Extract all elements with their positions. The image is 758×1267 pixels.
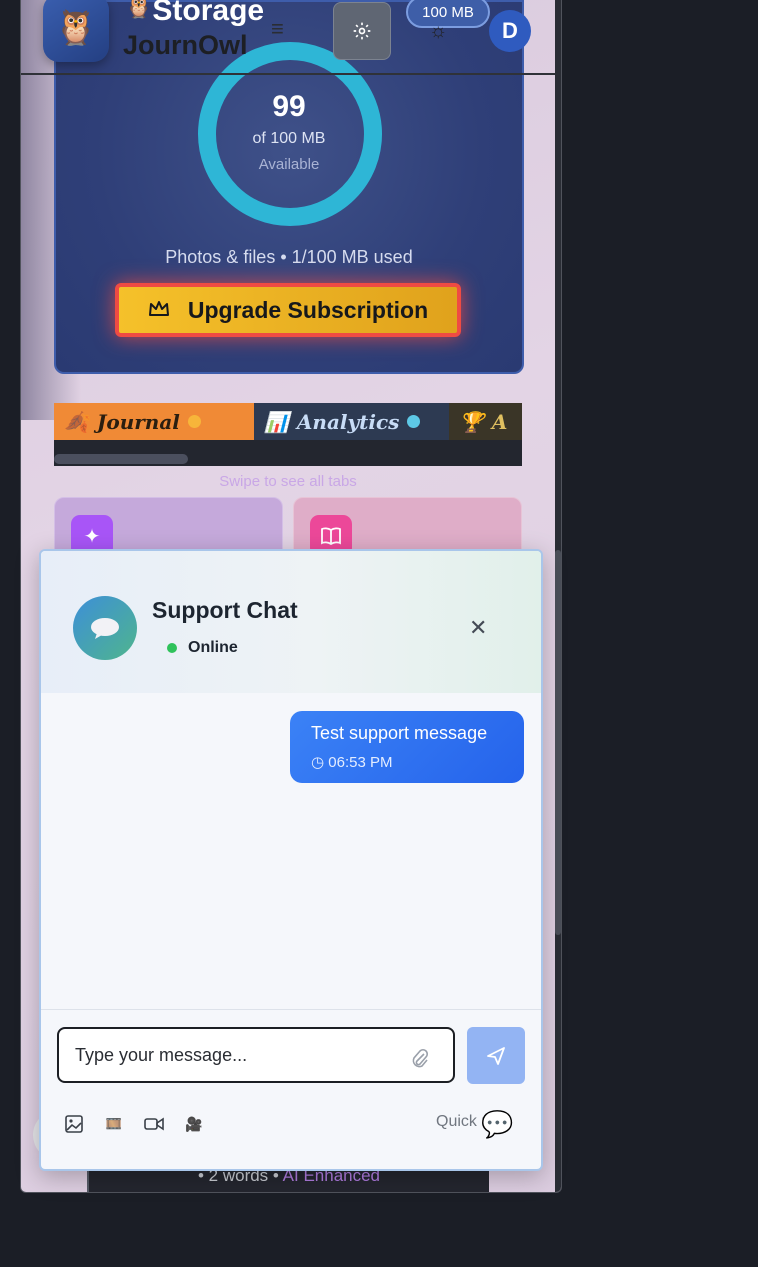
swipe-hint: Swipe to see all tabs — [219, 473, 357, 490]
support-chat-panel: Support Chat Online ✕ Test support messa… — [39, 549, 543, 1171]
movie-camera-icon[interactable]: 🎥 — [183, 1113, 205, 1135]
chat-bubble-icon — [73, 596, 137, 660]
crown-icon — [148, 297, 170, 324]
chat-float-icon[interactable]: 💬 — [481, 1109, 513, 1140]
scrollbar-thumb[interactable] — [555, 550, 561, 935]
storage-pill[interactable]: 100 MB — [406, 0, 490, 28]
send-icon — [487, 1046, 505, 1065]
tab-achievements[interactable]: 🏆 A — [449, 403, 522, 440]
tab-analytics[interactable]: 📊 Analytics — [254, 403, 464, 440]
leaf-icon: 🍂 — [64, 409, 89, 434]
film-icon[interactable]: 🎞️ — [103, 1113, 125, 1135]
composer-divider — [41, 1009, 541, 1010]
tab-journal-label: Journal — [96, 409, 180, 434]
owl-logo-icon[interactable]: 🦉 — [43, 0, 109, 62]
upgrade-label: Upgrade Subscription — [187, 296, 429, 323]
brand-name: JournOwl — [123, 30, 248, 60]
chat-header: Support Chat Online ✕ — [41, 551, 541, 693]
chat-title: Support Chat — [152, 597, 298, 623]
settings-button[interactable] — [333, 2, 391, 60]
tab-strip[interactable]: 🍂 Journal 📊 Analytics 🏆 A — [54, 403, 522, 466]
online-indicator — [167, 643, 177, 653]
storage-usage-text: Photos & files • 1/100 MB used — [165, 247, 413, 267]
send-button[interactable] — [467, 1027, 525, 1084]
message-text: Test support message — [311, 723, 488, 743]
storage-available-value: 99 — [272, 90, 306, 123]
paperclip-icon[interactable] — [411, 1047, 429, 1075]
owl-emoji-icon: 🦉 — [125, 0, 153, 19]
tab-journal-dot — [187, 415, 201, 428]
upgrade-subscription-button[interactable]: Upgrade Subscription — [115, 283, 461, 337]
tab-strip-scrollbar[interactable] — [54, 454, 188, 464]
tab-analytics-label: Analytics — [296, 409, 400, 434]
clock-icon: ◷ — [311, 754, 325, 771]
tab-journal[interactable]: 🍂 Journal — [54, 403, 274, 440]
page-title: 🦉Storage — [125, 0, 264, 28]
message-time: ◷ 06:53 PM — [311, 754, 393, 771]
storage-available-label: Available — [258, 156, 320, 173]
chat-message: Test support message ◷ 06:53 PM — [290, 711, 524, 783]
tab-analytics-dot — [407, 415, 421, 428]
tab-achievements-label: A — [491, 409, 508, 434]
message-input[interactable] — [57, 1027, 455, 1083]
menu-icon[interactable]: ≡ — [271, 16, 284, 42]
online-status: Online — [188, 639, 238, 656]
video-icon[interactable] — [143, 1113, 165, 1135]
sun-icon[interactable]: ☼ — [429, 20, 447, 43]
image-icon[interactable] — [63, 1113, 85, 1135]
trophy-icon: 🏆 — [459, 409, 484, 434]
close-icon[interactable]: ✕ — [469, 615, 487, 641]
media-toolbar: 🎞️ 🎥 — [63, 1113, 205, 1135]
storage-total: of 100 MB — [252, 130, 326, 147]
top-header: 🦉 🦉Storage JournOwl ≡ 100 MB ☼ D — [21, 0, 555, 75]
gear-icon — [353, 22, 371, 40]
bar-chart-icon: 📊 — [264, 409, 289, 434]
user-avatar[interactable]: D — [489, 10, 531, 52]
